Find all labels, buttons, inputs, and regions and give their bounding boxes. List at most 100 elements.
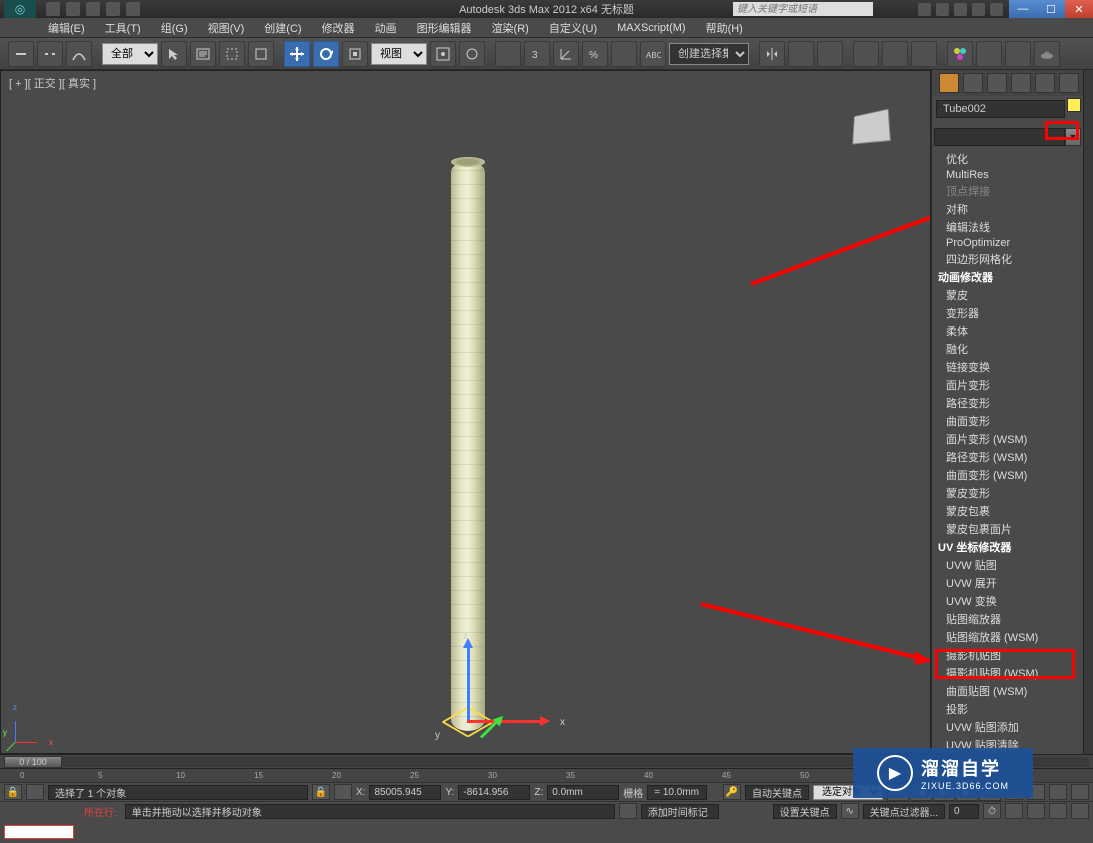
tb-save-icon[interactable]	[86, 2, 100, 16]
isolate-button[interactable]	[26, 784, 44, 800]
hammer-icon[interactable]	[1059, 73, 1079, 93]
nav-zoomall-button[interactable]	[1071, 784, 1089, 800]
help-icon[interactable]	[990, 3, 1003, 16]
view-icon[interactable]	[1035, 73, 1055, 93]
comm-center-button[interactable]	[619, 803, 637, 819]
autokey-button[interactable]: 自动关键点	[745, 785, 809, 800]
script-listener[interactable]	[4, 825, 74, 839]
mirror-button[interactable]	[759, 41, 785, 67]
timeline-ruler[interactable]: 051015202530354045505560	[0, 768, 1093, 782]
unlink-button[interactable]	[37, 41, 63, 67]
spinner-snap-button[interactable]	[611, 41, 637, 67]
modifier-item[interactable]: 优化	[932, 150, 1083, 168]
shade-toggle-icon[interactable]	[939, 73, 959, 93]
modifier-item[interactable]: UVW 贴图	[932, 556, 1083, 574]
info-icon[interactable]	[972, 3, 985, 16]
search-icon[interactable]	[918, 3, 931, 16]
modifier-item[interactable]: 曲面贴图 (WSM)	[932, 682, 1083, 700]
modifier-item[interactable]: 面片变形 (WSM)	[932, 430, 1083, 448]
object-color-swatch[interactable]	[1067, 98, 1081, 112]
nav-pan-button[interactable]	[1005, 784, 1023, 800]
modifier-list[interactable]: 优化MultiRes顶点焊接对称编辑法线ProOptimizer四边形网格化动画…	[932, 148, 1083, 754]
time-slider[interactable]: 0 / 100	[0, 754, 1093, 768]
next-frame-button[interactable]: ▶	[956, 783, 978, 801]
menu-customize[interactable]: 自定义(U)	[539, 18, 607, 38]
material-editor-button[interactable]	[947, 41, 973, 67]
menu-help[interactable]: 帮助(H)	[696, 18, 753, 38]
pivot-button[interactable]	[430, 41, 456, 67]
menu-views[interactable]: 视图(V)	[198, 18, 255, 38]
menu-modifiers[interactable]: 修改器	[312, 18, 365, 38]
modifier-item[interactable]: 路径变形	[932, 394, 1083, 412]
modifier-item[interactable]: MultiRes	[932, 168, 1083, 182]
modifier-item[interactable]: 曲面变形	[932, 412, 1083, 430]
viewport[interactable]: [ + ][ 正交 ][ 真实 ] z x y z x y	[0, 70, 931, 754]
y-coord-input[interactable]	[458, 785, 530, 800]
modifier-item[interactable]: 对称	[932, 200, 1083, 218]
app-logo[interactable]: ◎	[4, 0, 36, 18]
modifier-item[interactable]: 投影	[932, 700, 1083, 718]
window-close-button[interactable]: ✕	[1065, 0, 1093, 18]
goto-start-button[interactable]: ⏮	[887, 783, 909, 801]
modifier-item[interactable]: 柔体	[932, 322, 1083, 340]
menu-edit[interactable]: 编辑(E)	[38, 18, 95, 38]
manipulate-button[interactable]	[459, 41, 485, 67]
bind-button[interactable]	[66, 41, 92, 67]
menu-rendering[interactable]: 渲染(R)	[482, 18, 539, 38]
percent-snap-button[interactable]: %	[582, 41, 608, 67]
graphite-button[interactable]	[853, 41, 879, 67]
help-search-input[interactable]	[733, 2, 873, 16]
nav-dolly-button[interactable]	[1027, 803, 1045, 819]
safe-frame-icon[interactable]	[1011, 73, 1031, 93]
schematic-button[interactable]	[911, 41, 937, 67]
modifier-item[interactable]: 蒙皮包裹	[932, 502, 1083, 520]
align-button[interactable]	[788, 41, 814, 67]
x-coord-input[interactable]	[369, 785, 441, 800]
modifier-item[interactable]: UVW 贴图清除	[932, 736, 1083, 754]
layer-button[interactable]	[817, 41, 843, 67]
menu-tools[interactable]: 工具(T)	[95, 18, 151, 38]
current-frame-input[interactable]	[949, 804, 979, 819]
nav-max-button[interactable]	[1071, 803, 1089, 819]
modifier-item[interactable]: 摄影机贴图 (WSM)	[932, 664, 1083, 682]
tb-new-icon[interactable]	[46, 2, 60, 16]
snap-toggle-button[interactable]: 3	[524, 41, 550, 67]
select-scale-button[interactable]	[342, 41, 368, 67]
link-button[interactable]	[8, 41, 34, 67]
modifier-item[interactable]: 四边形网格化	[932, 250, 1083, 268]
modifier-item[interactable]: UVW 变换	[932, 592, 1083, 610]
keyboard-shortcut-button[interactable]	[495, 41, 521, 67]
modifier-item[interactable]: 蒙皮包裹面片	[932, 520, 1083, 538]
selection-filter-dropdown[interactable]: 全部	[102, 43, 158, 65]
viewcube[interactable]	[840, 103, 900, 153]
tube-object[interactable]	[451, 161, 485, 731]
render-button[interactable]	[1034, 41, 1060, 67]
modifier-dropdown[interactable]	[934, 128, 1065, 146]
modifier-item[interactable]: 面片变形	[932, 376, 1083, 394]
modifier-item[interactable]: 链接变换	[932, 358, 1083, 376]
panel-scrollbar[interactable]	[1083, 70, 1093, 754]
modifier-item[interactable]: 顶点焊接	[932, 182, 1083, 200]
tb-open-icon[interactable]	[66, 2, 80, 16]
goto-end-button[interactable]: ⏭	[979, 783, 1001, 801]
select-button[interactable]	[161, 41, 187, 67]
globe-icon[interactable]	[954, 3, 967, 16]
viewport-label[interactable]: [ + ][ 正交 ][ 真实 ]	[9, 75, 96, 91]
menu-animation[interactable]: 动画	[365, 18, 407, 38]
key-mode-button[interactable]: 🔑	[723, 784, 741, 800]
refcoord-dropdown[interactable]: 视图	[371, 43, 427, 65]
window-crossing-button[interactable]	[248, 41, 274, 67]
object-name-field[interactable]: Tube002	[936, 100, 1065, 118]
select-region-button[interactable]	[219, 41, 245, 67]
angle-snap-button[interactable]	[553, 41, 579, 67]
menu-maxscript[interactable]: MAXScript(M)	[607, 20, 695, 36]
tb-undo-icon[interactable]	[106, 2, 120, 16]
render-frame-button[interactable]	[1005, 41, 1031, 67]
nav-fov-button[interactable]	[1049, 784, 1067, 800]
nav-zoom-button[interactable]	[1027, 784, 1045, 800]
modifier-item[interactable]: 曲面变形 (WSM)	[932, 466, 1083, 484]
time-slider-thumb[interactable]: 0 / 100	[4, 756, 62, 768]
z-coord-input[interactable]	[547, 785, 619, 800]
abs-rel-button[interactable]	[334, 784, 352, 800]
select-name-button[interactable]	[190, 41, 216, 67]
